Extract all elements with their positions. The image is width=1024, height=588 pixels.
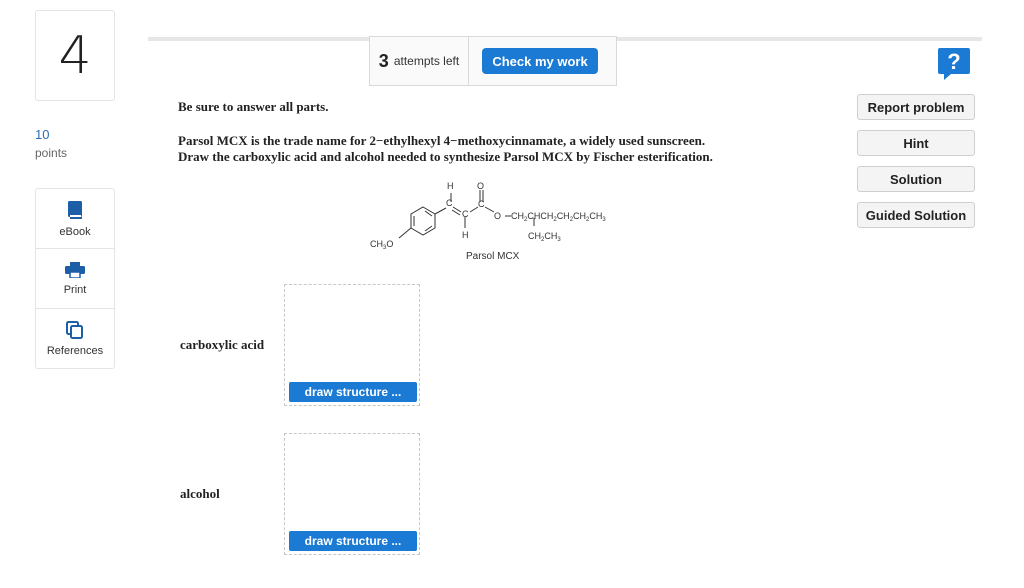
report-problem-button[interactable]: Report problem	[857, 94, 975, 120]
svg-text:C: C	[462, 209, 469, 219]
references-label: References	[46, 344, 104, 357]
ebook-label: eBook	[59, 225, 91, 238]
points-value: 10	[35, 127, 50, 142]
check-my-work-button[interactable]: Check my work	[482, 48, 598, 74]
ebook-link[interactable]: eBook	[36, 189, 114, 249]
svg-text:CH2CH3: CH2CH3	[528, 231, 561, 243]
copy-icon	[66, 320, 83, 339]
svg-text:CH3O: CH3O	[370, 239, 393, 251]
points-label: points	[35, 146, 68, 160]
print-label: Print	[63, 283, 87, 296]
alcohol-label: alcohol	[180, 486, 220, 501]
hint-button[interactable]: Hint	[857, 130, 975, 156]
question-text-line-1: Parsol MCX is the trade name for 2−ethyl…	[178, 133, 706, 148]
guided-solution-button[interactable]: Guided Solution	[857, 202, 975, 228]
svg-text:H: H	[447, 181, 454, 191]
draw-structure-button[interactable]: draw structure ...	[289, 531, 417, 551]
molecule-caption: Parsol MCX	[466, 251, 520, 262]
carboxylic-acid-label: carboxylic acid	[180, 337, 265, 352]
question-number-box: 4	[35, 10, 115, 101]
attempts-count: 3	[378, 50, 389, 71]
help-symbol: ?	[947, 49, 960, 74]
instruction-text: Be sure to answer all parts.	[178, 99, 329, 114]
attempts-toolbar: 3 attempts left Check my work	[369, 36, 617, 86]
print-link[interactable]: Print	[36, 249, 114, 309]
solution-button[interactable]: Solution	[857, 166, 975, 192]
svg-text:O: O	[494, 211, 501, 221]
svg-text:C: C	[446, 198, 453, 208]
attempts-indicator: 3 attempts left	[370, 37, 469, 85]
svg-text:H: H	[462, 230, 469, 240]
question-text-line-2: Draw the carboxylic acid and alcohol nee…	[178, 149, 713, 164]
resources-panel: eBook Print References	[35, 188, 115, 369]
printer-icon	[65, 261, 85, 278]
references-link[interactable]: References	[36, 309, 114, 368]
question-number: 4	[58, 25, 92, 86]
help-icon[interactable]: ?	[937, 46, 971, 80]
svg-text:C: C	[478, 199, 485, 209]
attempts-label: attempts left	[393, 54, 460, 68]
svg-text:O: O	[477, 181, 484, 191]
parsol-mcx-structure: CH3O C H C H O C O CH2CHCH2CH2CH2CH3 CH2…	[370, 181, 606, 251]
svg-text:CH2CHCH2CH2CH2CH3: CH2CHCH2CH2CH2CH3	[511, 211, 606, 223]
book-icon	[68, 200, 82, 219]
draw-structure-button[interactable]: draw structure ...	[289, 382, 417, 402]
